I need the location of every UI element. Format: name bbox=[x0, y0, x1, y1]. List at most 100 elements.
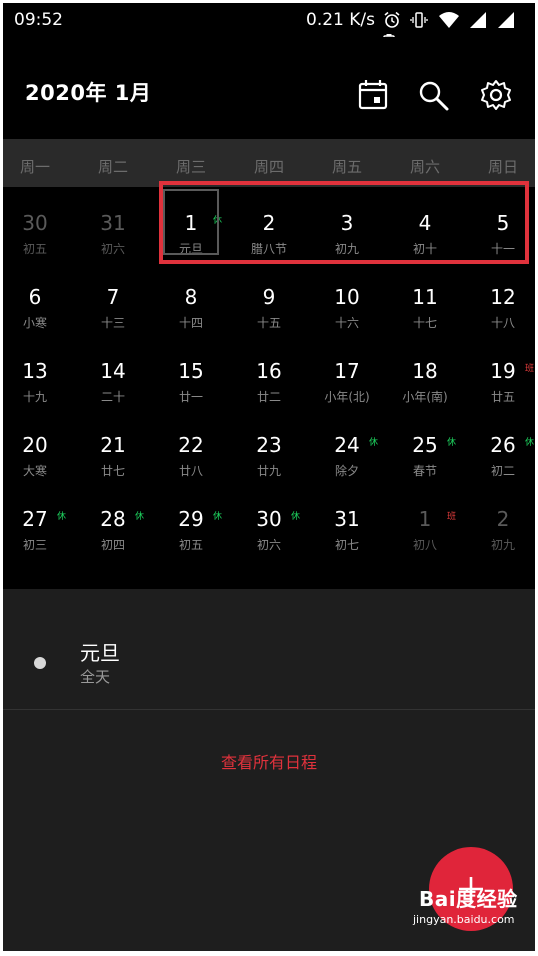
watermark: Bai度经验 jingyan.baidu.com bbox=[413, 883, 533, 943]
calendar-day-cell[interactable]: 14 二十 bbox=[81, 341, 157, 415]
wifi-icon bbox=[438, 11, 460, 34]
day-number: 12 bbox=[490, 285, 516, 309]
holiday-badge: 休 bbox=[291, 512, 301, 522]
calendar-day-cell[interactable]: 16 廿二 bbox=[237, 341, 313, 415]
status-bar: 09:52 0.21 K/s bbox=[3, 3, 535, 53]
holiday-badge: 休 bbox=[369, 438, 379, 448]
lunar-date: 十七 bbox=[412, 316, 437, 330]
event-color-dot bbox=[34, 657, 46, 669]
holiday-badge: 休 bbox=[447, 438, 457, 448]
calendar-day-cell[interactable]: 2 初九 bbox=[471, 489, 535, 563]
day-number: 14 bbox=[100, 359, 126, 383]
calendar-day-cell[interactable]: 6 小寒 bbox=[3, 267, 79, 341]
watermark-url: jingyan.baidu.com bbox=[413, 913, 515, 926]
weekday-label: 周日 bbox=[487, 158, 518, 176]
lunar-date: 春节 bbox=[412, 464, 437, 478]
calendar-day-cell[interactable]: 13 十九 bbox=[3, 341, 79, 415]
event-item[interactable]: 元旦 全天 bbox=[3, 589, 535, 710]
day-number: 21 bbox=[100, 433, 126, 457]
calendar-today-icon bbox=[358, 80, 388, 110]
calendar-day-cell[interactable]: 15 廿一 bbox=[159, 341, 235, 415]
day-number: 6 bbox=[28, 285, 42, 309]
calendar-day-cell[interactable]: 28 初四休 bbox=[81, 489, 157, 563]
month-title[interactable]: 2020年 1月 bbox=[25, 77, 151, 107]
calendar-day-cell[interactable]: 8 十四 bbox=[159, 267, 235, 341]
status-network-speed: 0.21 K/s bbox=[306, 10, 375, 30]
calendar-day-cell[interactable]: 12 十八 bbox=[471, 267, 535, 341]
search-button[interactable] bbox=[415, 77, 451, 113]
calendar-day-cell[interactable]: 26 初二休 bbox=[471, 415, 535, 489]
holiday-badge: 休 bbox=[135, 512, 145, 522]
day-number: 7 bbox=[106, 285, 120, 309]
lunar-date: 廿九 bbox=[256, 464, 281, 478]
lunar-date: 初五 bbox=[22, 242, 47, 256]
calendar-day-cell[interactable]: 7 十三 bbox=[81, 267, 157, 341]
calendar-day-cell[interactable]: 25 春节休 bbox=[393, 415, 469, 489]
event-title: 元旦 bbox=[80, 641, 120, 665]
day-number: 15 bbox=[178, 359, 204, 383]
calendar-day-cell[interactable]: 23 廿九 bbox=[237, 415, 313, 489]
app-frame: 09:52 0.21 K/s 2020年 1月 周一 周二 周三 周四 周五 周… bbox=[3, 3, 535, 951]
calendar-day-cell[interactable]: 30 初六休 bbox=[237, 489, 313, 563]
weekday-label: 周六 bbox=[409, 158, 440, 176]
alarm-icon bbox=[383, 11, 401, 34]
lunar-date: 十六 bbox=[334, 316, 359, 330]
weekday-label: 周五 bbox=[331, 158, 362, 176]
settings-button[interactable] bbox=[478, 77, 514, 113]
day-number: 2 bbox=[496, 507, 510, 531]
day-number: 23 bbox=[256, 433, 282, 457]
holiday-badge: 休 bbox=[213, 512, 223, 522]
workday-badge: 班 bbox=[525, 364, 535, 374]
lunar-date: 十九 bbox=[22, 390, 47, 404]
day-number: 30 bbox=[22, 211, 48, 235]
calendar-day-cell[interactable]: 9 十五 bbox=[237, 267, 313, 341]
lunar-date: 廿七 bbox=[100, 464, 125, 478]
calendar-day-cell[interactable]: 1 初八班 bbox=[393, 489, 469, 563]
vibrate-icon bbox=[410, 11, 429, 34]
calendar-day-cell[interactable]: 29 初五休 bbox=[159, 489, 235, 563]
day-number: 31 bbox=[334, 507, 360, 531]
lunar-date: 廿一 bbox=[178, 390, 203, 404]
calendar-day-cell[interactable]: 10 十六 bbox=[315, 267, 391, 341]
workday-badge: 班 bbox=[447, 512, 457, 522]
today-button[interactable] bbox=[355, 77, 391, 113]
calendar-day-cell[interactable]: 17 小年(北) bbox=[315, 341, 391, 415]
lunar-date: 小寒 bbox=[22, 316, 47, 330]
status-icons bbox=[383, 11, 535, 53]
holiday-badge: 休 bbox=[57, 512, 67, 522]
watermark-logo: Bai度经验 bbox=[419, 887, 518, 911]
day-number: 13 bbox=[22, 359, 48, 383]
calendar-day-cell[interactable]: 27 初三休 bbox=[3, 489, 79, 563]
weekday-label: 周四 bbox=[253, 158, 284, 176]
day-number: 8 bbox=[184, 285, 198, 309]
weekday-label: 周二 bbox=[97, 158, 128, 176]
calendar-day-cell[interactable]: 18 小年(南) bbox=[393, 341, 469, 415]
lunar-date: 小年(北) bbox=[324, 390, 370, 404]
lunar-date: 初七 bbox=[334, 538, 359, 552]
lunar-date: 廿二 bbox=[256, 390, 281, 404]
lunar-date: 十八 bbox=[490, 316, 515, 330]
holiday-badge: 休 bbox=[525, 438, 535, 448]
calendar-day-cell[interactable]: 24 除夕休 bbox=[315, 415, 391, 489]
calendar-day-cell[interactable]: 22 廿八 bbox=[159, 415, 235, 489]
day-number: 31 bbox=[100, 211, 126, 235]
lunar-date: 二十 bbox=[100, 390, 125, 404]
lunar-date: 小年(南) bbox=[402, 390, 448, 404]
day-number: 16 bbox=[256, 359, 282, 383]
view-all-events-link[interactable]: 查看所有日程 bbox=[3, 749, 535, 773]
day-number: 11 bbox=[412, 285, 438, 309]
calendar-day-cell[interactable]: 21 廿七 bbox=[81, 415, 157, 489]
event-time: 全天 bbox=[80, 668, 111, 686]
calendar-day-cell[interactable]: 31 初七 bbox=[315, 489, 391, 563]
calendar-day-cell[interactable]: 19 廿五班 bbox=[471, 341, 535, 415]
calendar-day-cell[interactable]: 30 初五 bbox=[3, 193, 79, 267]
calendar-day-cell[interactable]: 31 初六 bbox=[81, 193, 157, 267]
calendar-day-cell[interactable]: 20 大寒 bbox=[3, 415, 79, 489]
day-number: 9 bbox=[262, 285, 276, 309]
lunar-date: 除夕 bbox=[334, 464, 359, 478]
lunar-date: 廿八 bbox=[178, 464, 203, 478]
lunar-date: 十五 bbox=[256, 316, 281, 330]
day-number: 10 bbox=[334, 285, 360, 309]
weekday-header: 周一 周二 周三 周四 周五 周六 周日 bbox=[3, 139, 535, 187]
calendar-day-cell[interactable]: 11 十七 bbox=[393, 267, 469, 341]
